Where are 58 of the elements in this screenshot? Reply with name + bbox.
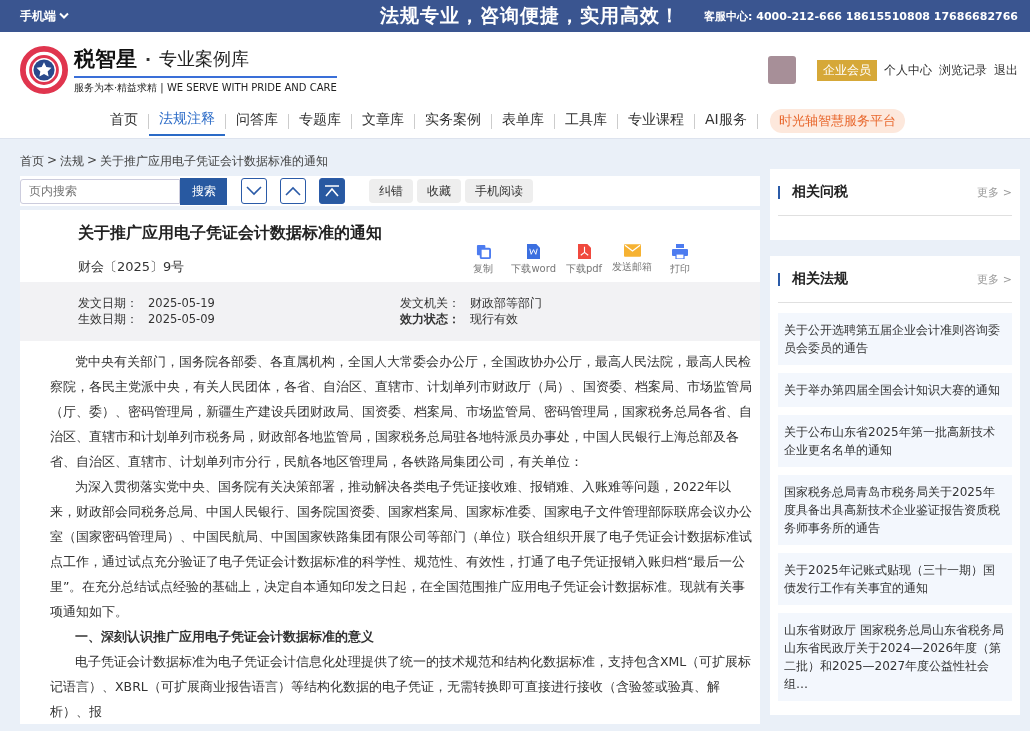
toolbar-button[interactable]: 收藏 [417, 179, 461, 203]
action-button[interactable]: 下载pdf [564, 244, 604, 276]
article-paragraph: 党中央有关部门，国务院各部委、各直属机构，全国人大常委会办公厅，全国政协办公厅，最高人民法院，最高人民检察院，各民主党派中央，有关人民团体，各省、自治区、直辖市、计划单列市财政厅（局）、国资委、档案局、市场监管局（厅、委）、密码管理局，新疆生产建设兵团财政局、国资委、档案局、市场监管局、密码管理局，国家税务总局各省、自治区、直辖市和计划单列市税务局，财政部各地监管局，国家税务总局驻各地特派员办事处，中国人民银行上海总部及各省、自治区、直辖市、计划单列市分行，民航各地区管理局，各铁路局集团公司，有关单位： [50, 353, 753, 471]
related-law-item[interactable]: 关于举办第四届全国会计知识大赛的通知 [778, 373, 1012, 407]
related-law-item[interactable]: 山东省财政厅 国家税务总局山东省税务局山东省民政厅关于2024—2026年度（第二批）和2025—2027年度公益性社会组… [778, 613, 1012, 701]
service-label: 客服中心: [703, 8, 753, 24]
nav-tab[interactable]: 问答库 [226, 107, 288, 135]
related-law-item[interactable]: 关于2025年记账式贴现（三十一期）国债发行工作有关事宜的通知 [778, 553, 1012, 605]
related-law-item[interactable]: 关于公布山东省2025年第一批高新技术企业更名名单的通知 [778, 415, 1012, 467]
user-link[interactable]: 浏览记录 [939, 61, 987, 79]
logo-name: 税智星 [74, 45, 137, 73]
user-link[interactable]: 退出 [994, 61, 1018, 79]
search-button[interactable]: 搜索 [180, 177, 227, 205]
user-link[interactable]: 个人中心 [884, 61, 932, 79]
action-button[interactable]: 复制 [463, 244, 504, 276]
nav-tab[interactable]: 首页 [100, 107, 148, 135]
meta-value: 现行有效 [470, 312, 518, 327]
toolbar-button[interactable]: 手机阅读 [465, 179, 533, 203]
breadcrumb-separator: > [87, 153, 98, 169]
panel-title: 相关法规 [792, 270, 849, 288]
meta-label: 效力状态： [400, 312, 460, 327]
meta-label: 发文机关： [400, 296, 460, 311]
search-field[interactable]: 页内搜索 [20, 178, 180, 204]
mobile-link[interactable]: 手机端 [20, 7, 380, 25]
meta-label: 生效日期： [78, 312, 138, 327]
nav-tab[interactable]: 实务案例 [415, 107, 491, 135]
related-law-item[interactable]: 关于公开选聘第五届企业会计准则咨询委员会委员的通告 [778, 313, 1012, 365]
nav-tab[interactable]: 法规注释 [149, 106, 225, 136]
action-button[interactable]: 打印 [660, 244, 700, 276]
panel-title: 相关问税 [792, 183, 849, 201]
action-button[interactable]: 下载word [511, 244, 556, 276]
related-law-item[interactable]: 国家税务总局青岛市税务局关于2025年度具备出具高新技术企业鉴证报告资质税务师事务所的通告 [778, 475, 1012, 545]
logo-separator: · [145, 49, 152, 69]
meta-value: 2025-05-19 [148, 296, 215, 311]
logo-subtitle: 专业案例库 [159, 47, 250, 71]
breadcrumb-link[interactable]: 法规 [60, 153, 85, 170]
nav-tab[interactable]: 文章库 [352, 107, 414, 135]
article-title: 关于推广应用电子凭证会计数据标准的通知 [78, 223, 382, 244]
logo-tagline: 服务为本·精益求精 | WE SERVE WITH PRIDE AND CARE [74, 81, 337, 95]
document-number: 财会〔2025〕9号 [78, 258, 186, 276]
meta-value: 2025-05-09 [148, 312, 215, 327]
nav-tab[interactable]: 表单库 [492, 107, 554, 135]
meta-value: 财政部等部门 [470, 296, 542, 311]
toolbar-button[interactable]: 纠错 [369, 179, 413, 203]
nav-tab[interactable]: 专业课程 [618, 107, 694, 135]
article-paragraph: 为深入贯彻落实党中央、国务院有关决策部署，推动解决各类电子凭证接收难、报销难、入账难等问题，2022年以来，财政部会同税务总局、中国人民银行、国务院国资委、国家档案局、国家标准委、国家电子文件管理部际联席会议办公室（国家密码管理局）、中国民航局、中国国家铁路集团有限公司等部门（单位）联合组织开展了电子凭证会计数据标准试点工作，通过试点充分验证了电子凭证会计数据标准的科学性、规范性、有效性，打通了电子凭证报销入账归档“最后一公里”。在充分总结试点经验的基础上，决定自本通知印发之日起，在全国范围推广应用电子凭证会计数据标准。现就有关事项通知如下。 [50, 478, 753, 621]
nav-tab[interactable]: 专题库 [289, 107, 351, 135]
meta-label: 发文日期： [78, 296, 138, 311]
section-heading: 一、深刻认识推广应用电子凭证会计数据标准的意义 [74, 628, 375, 646]
action-button[interactable]: 发送邮箱 [612, 244, 652, 276]
slogan: 法规专业，咨询便捷，实用高效！ [380, 3, 681, 28]
article-paragraph: 电子凭证会计数据标准为电子凭证会计信息化处理提供了统一的技术规范和结构化数据标准，支持包含XML（可扩展标记语言）、XBRL（可扩展商业报告语言）等结构化数据的电子凭证，无需转换即可直接进行接收（含验签或验真、解析）、报 [50, 653, 753, 721]
nav-tab[interactable]: AI服务 [695, 107, 757, 135]
breadcrumb-link[interactable]: 首页 [20, 153, 44, 170]
nav-tab[interactable]: 工具库 [555, 107, 617, 135]
breadcrumb-link[interactable]: 关于推广应用电子凭证会计数据标准的通知 [100, 153, 329, 170]
breadcrumb-separator: > [47, 153, 58, 169]
service-phones: 4000-212-666 18615510808 17686682766 [756, 9, 1018, 23]
